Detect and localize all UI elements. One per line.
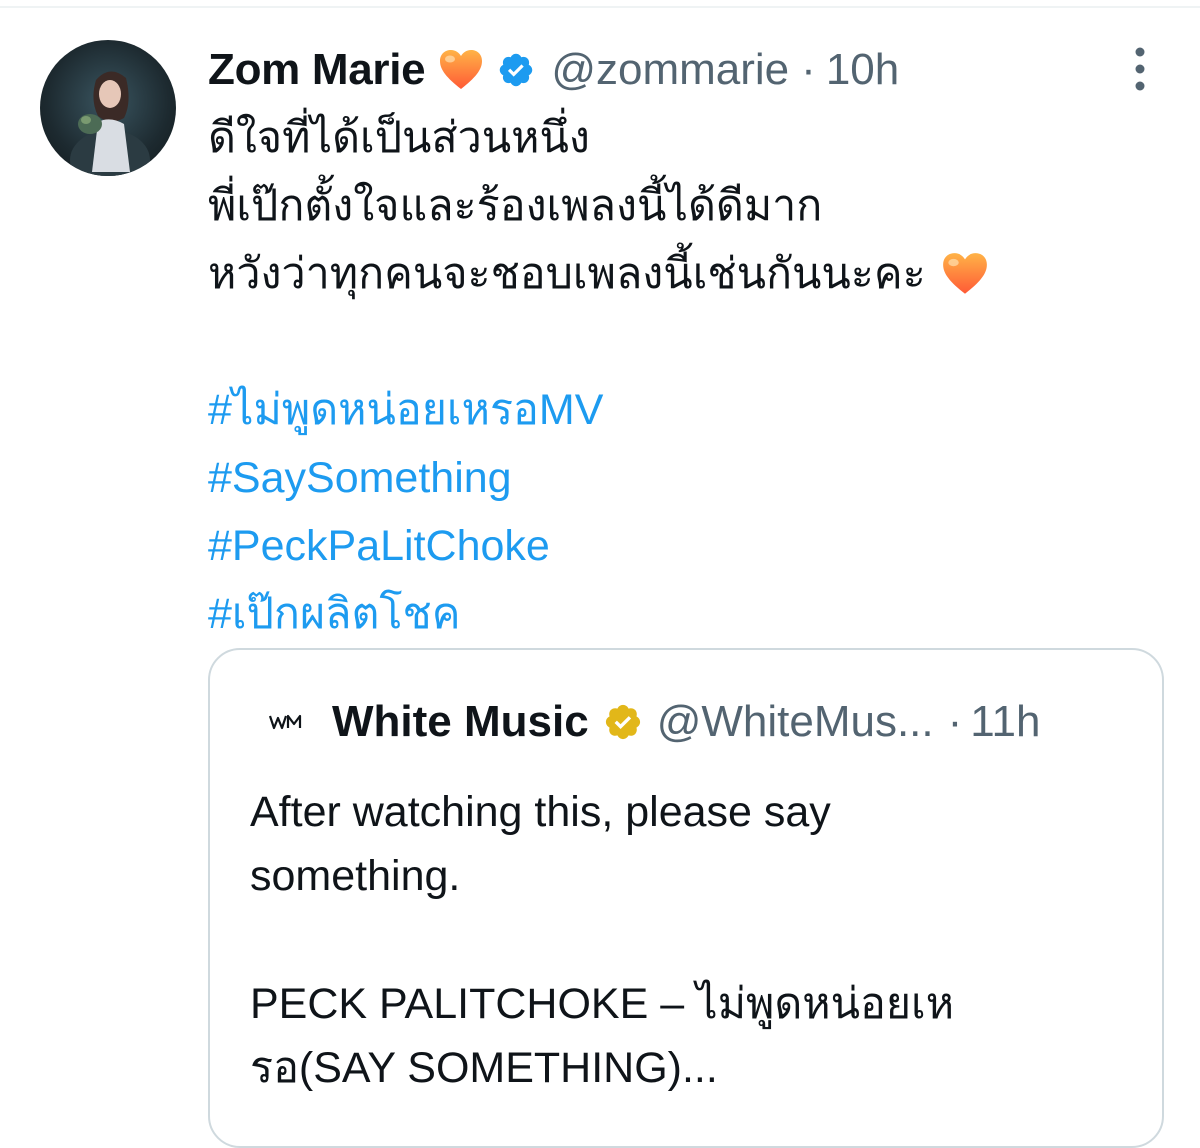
verified-badge-icon[interactable] bbox=[497, 51, 535, 89]
quoted-author-handle[interactable]: @WhiteMus... bbox=[657, 697, 934, 747]
quoted-tweet-timestamp[interactable]: 11h bbox=[970, 697, 1040, 747]
tweet-timestamp[interactable]: 10h bbox=[826, 45, 899, 95]
hashtag-link[interactable]: #ไม่พูดหน่อยเหรอMV bbox=[208, 376, 603, 444]
quoted-text-line: After watching this, please say bbox=[250, 788, 831, 836]
gold-verified-badge-icon[interactable] bbox=[603, 702, 643, 742]
tweet-body: ดีใจที่ได้เป็นส่วนหนึ่ง พี่เป๊กตั้งใจและ… bbox=[208, 104, 1168, 648]
quoted-tweet-body: After watching this, please say somethin… bbox=[250, 780, 1130, 1100]
tweet-text-line-with-emoji: หวังว่าทุกคนจะชอบเพลงนี้เช่นกันนะคะ bbox=[208, 240, 1168, 308]
quoted-text-line: something. bbox=[250, 852, 461, 900]
tweet-text-line: พี่เป๊กตั้งใจและร้องเพลงนี้ได้ดีมาก bbox=[208, 182, 823, 230]
hashtag-link[interactable]: #เป๊กผลิตโชค bbox=[208, 580, 460, 648]
author-display-name[interactable]: Zom Marie bbox=[208, 45, 426, 95]
hashtag-link[interactable]: #PeckPaLitChoke bbox=[208, 512, 550, 580]
tweet-text-line: หวังว่าทุกคนจะชอบเพลงนี้เช่นกันนะคะ bbox=[208, 250, 926, 298]
hashtag-line: #PeckPaLitChoke bbox=[208, 512, 1168, 580]
tweet-header: Zom Marie @zommarie · 10h bbox=[208, 36, 899, 104]
header-separator: · bbox=[801, 45, 816, 94]
hashtag-line: #ไม่พูดหน่อยเหรอMV bbox=[208, 376, 1168, 444]
quoted-text-line: รอ(SAY SOMETHING)... bbox=[250, 1044, 718, 1092]
tweet-text-line: ดีใจที่ได้เป็นส่วนหนึ่ง bbox=[208, 114, 590, 162]
quoted-tweet-header: White Music @WhiteMus... · 11h bbox=[268, 688, 1040, 756]
top-divider bbox=[0, 6, 1200, 8]
orange-heart-icon bbox=[940, 249, 990, 299]
hashtag-link[interactable]: #SaySomething bbox=[208, 444, 512, 512]
quoted-author-display-name[interactable]: White Music bbox=[332, 697, 589, 747]
author-handle[interactable]: @zommarie bbox=[551, 45, 789, 95]
quoted-tweet-card[interactable]: White Music @WhiteMus... · 11h After wat… bbox=[208, 648, 1164, 1148]
white-music-logo-icon bbox=[268, 710, 304, 734]
avatar-image bbox=[70, 71, 150, 176]
quoted-text-line: PECK PALITCHOKE – ไม่พูดหน่อยเห bbox=[250, 980, 955, 1028]
hashtag-line: #SaySomething bbox=[208, 444, 1168, 512]
orange-heart-icon bbox=[437, 46, 485, 94]
more-options-icon[interactable] bbox=[1128, 44, 1152, 96]
avatar[interactable] bbox=[40, 40, 176, 176]
hashtag-line: #เป๊กผลิตโชค bbox=[208, 580, 1168, 648]
quoted-header-separator: · bbox=[947, 697, 963, 746]
